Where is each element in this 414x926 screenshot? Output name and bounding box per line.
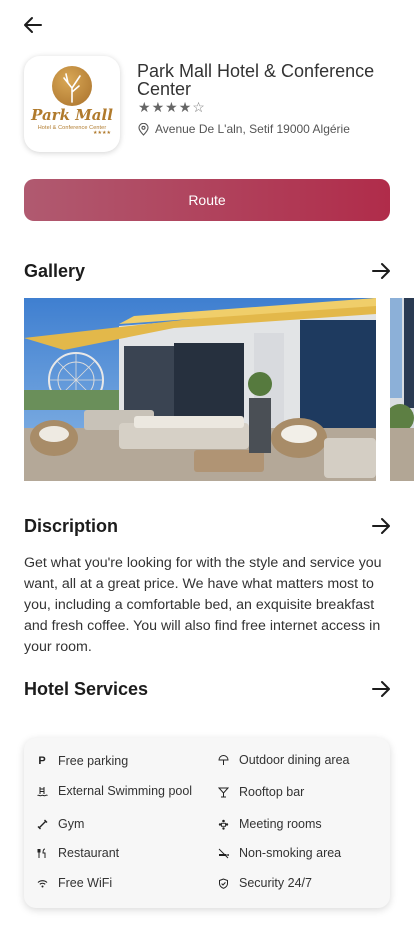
hotel-header: Park Mall Hotel & Conference Center ★★★★… [24,56,394,156]
services-more-button[interactable] [370,678,392,700]
service-free-wifi: Free WiFi [36,876,112,890]
gallery-carousel[interactable] [24,298,414,482]
hotel-logo: Park Mall Hotel & Conference Center ★★★★ [24,56,120,152]
services-card: P Free parking External Swimming pool Gy… [24,738,390,908]
service-label: Outdoor dining area [239,753,350,767]
cocktail-icon [217,786,229,798]
service-free-parking: P Free parking [36,754,128,768]
swimming-pool-icon [36,785,48,797]
service-label: Free parking [58,754,129,768]
service-swimming-pool: External Swimming pool [36,784,192,798]
restaurant-icon [36,847,48,859]
logo-tree-emblem [52,66,92,106]
service-rooftop-bar: Rooftop bar [217,785,304,799]
service-security: Security 24/7 [217,876,312,890]
service-restaurant: Restaurant [36,846,119,860]
logo-stars: ★★★★ [93,130,111,136]
description-title: Discription [24,515,119,536]
address-text: Avenue De L'aln, Setif 19000 Algérie [155,122,350,136]
meeting-icon [217,818,229,830]
service-meeting-rooms: Meeting rooms [217,817,322,831]
gallery-image[interactable] [390,298,414,481]
star-filled-icon: ★ [151,99,165,115]
gallery-image[interactable] [24,298,376,481]
gallery-header: Gallery [24,258,392,284]
description-text: Get what you're looking for with the sty… [24,555,382,655]
arrow-right-icon [372,518,390,534]
star-rating: ★ ★ ★ ★ ☆ [138,100,205,114]
shield-icon [217,877,229,889]
logo-text: Park Mall [31,106,113,124]
arrow-left-icon [24,17,42,33]
service-gym: Gym [36,817,84,831]
service-label: External Swimming pool [58,784,193,798]
service-label: Gym [58,817,85,831]
location-pin-icon [138,122,149,136]
umbrella-icon [217,754,229,766]
route-button[interactable]: Route [24,179,390,221]
star-filled-icon: ★ [138,99,151,115]
services-header: Hotel Services [24,676,392,702]
service-outdoor-dining: Outdoor dining area [217,753,350,767]
services-title: Hotel Services [24,678,149,699]
service-label: Security 24/7 [239,876,312,890]
no-smoking-icon [217,847,229,859]
wifi-icon [36,877,48,889]
service-label: Non-smoking area [239,846,342,860]
arrow-right-icon [372,263,390,279]
star-empty-icon: ☆ [192,99,205,115]
gallery-title: Gallery [24,260,86,281]
service-label: Meeting rooms [239,817,322,831]
service-non-smoking: Non-smoking area [217,846,341,860]
gallery-more-button[interactable] [370,260,392,282]
service-label: Rooftop bar [239,785,305,799]
gym-icon [36,818,48,830]
star-filled-icon: ★ [165,99,178,115]
description-header: Discription [24,513,392,539]
parking-icon: P [38,755,46,767]
service-label: Restaurant [58,846,120,860]
hotel-address: Avenue De L'aln, Setif 19000 Algérie [138,122,350,136]
star-filled-icon: ★ [178,99,192,115]
arrow-right-icon [372,681,390,697]
back-button[interactable] [20,12,46,38]
description-more-button[interactable] [370,515,392,537]
service-label: Free WiFi [58,876,113,890]
hotel-name: Park Mall Hotel & Conference Center [137,61,375,99]
